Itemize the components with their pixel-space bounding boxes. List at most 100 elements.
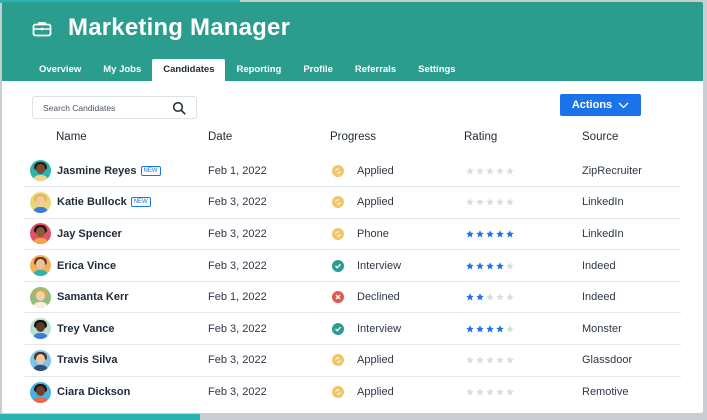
candidate-name[interactable]: Trey Vance bbox=[57, 323, 115, 335]
star-icon[interactable] bbox=[486, 198, 494, 206]
table-row[interactable]: Trey Vance Feb 3, 2022 Interview Monster bbox=[24, 312, 681, 346]
table-row[interactable]: Travis Silva Feb 3, 2022 Applied Glassdo… bbox=[24, 344, 681, 377]
star-icon[interactable] bbox=[486, 293, 494, 301]
tab-overview[interactable]: Overview bbox=[28, 59, 92, 81]
candidate-name[interactable]: Jasmine Reyes bbox=[57, 165, 137, 177]
table-row[interactable]: Ciara Dickson Feb 3, 2022 Applied Remoti… bbox=[24, 376, 681, 408]
star-icon[interactable] bbox=[496, 261, 504, 270]
star-icon[interactable] bbox=[496, 325, 504, 333]
star-icon[interactable] bbox=[466, 293, 474, 301]
rating-stars[interactable] bbox=[464, 261, 582, 270]
star-icon[interactable] bbox=[496, 293, 504, 301]
table-row[interactable]: Katie Bullock NEW Feb 3, 2022 Applied Li… bbox=[24, 186, 681, 219]
tab-profile[interactable]: Profile bbox=[292, 59, 344, 81]
rating-stars[interactable] bbox=[464, 325, 582, 333]
cell-date: Feb 3, 2022 bbox=[208, 312, 330, 346]
star-icon[interactable] bbox=[496, 230, 504, 238]
star-icon[interactable] bbox=[496, 198, 504, 206]
tab-settings[interactable]: Settings bbox=[407, 59, 466, 81]
status-applied-icon bbox=[332, 164, 344, 177]
star-icon[interactable] bbox=[476, 325, 484, 333]
star-icon[interactable] bbox=[496, 166, 504, 175]
cell-date: Feb 3, 2022 bbox=[208, 186, 330, 219]
star-icon[interactable] bbox=[466, 325, 474, 333]
rating-stars[interactable] bbox=[464, 356, 582, 364]
star-icon[interactable] bbox=[466, 166, 474, 175]
cell-progress: Applied bbox=[330, 376, 464, 408]
star-icon[interactable] bbox=[486, 230, 494, 238]
star-icon[interactable] bbox=[506, 293, 514, 301]
actions-button[interactable]: Actions bbox=[560, 94, 641, 116]
search-icon[interactable] bbox=[172, 101, 186, 115]
candidate-name[interactable]: Erica Vince bbox=[57, 260, 116, 272]
cell-date: Feb 3, 2022 bbox=[208, 249, 330, 282]
star-icon[interactable] bbox=[476, 230, 484, 238]
star-icon[interactable] bbox=[496, 388, 504, 396]
search-input[interactable] bbox=[33, 97, 168, 118]
rating-stars[interactable] bbox=[464, 388, 582, 396]
star-icon[interactable] bbox=[476, 293, 484, 301]
candidate-name[interactable]: Ciara Dickson bbox=[57, 386, 130, 398]
star-icon[interactable] bbox=[506, 325, 514, 333]
status-applied-icon bbox=[332, 227, 344, 240]
star-icon[interactable] bbox=[506, 388, 514, 396]
table-row[interactable]: Samanta Kerr Feb 1, 2022 Declined Indeed bbox=[24, 281, 681, 314]
star-icon[interactable] bbox=[476, 261, 484, 270]
progress-label: Declined bbox=[357, 291, 400, 304]
star-icon[interactable] bbox=[476, 198, 484, 206]
table-row[interactable]: Jasmine Reyes NEW Feb 1, 2022 Applied Zi… bbox=[24, 155, 681, 188]
star-icon[interactable] bbox=[486, 388, 494, 396]
star-icon[interactable] bbox=[476, 166, 484, 175]
tab-candidates[interactable]: Candidates bbox=[152, 59, 226, 81]
tab-bar: Overview My Jobs Candidates Reporting Profil… bbox=[28, 59, 467, 81]
cell-rating bbox=[464, 312, 582, 346]
star-icon[interactable] bbox=[466, 356, 474, 364]
avatar bbox=[30, 318, 51, 340]
cell-progress: Interview bbox=[330, 312, 464, 346]
star-icon[interactable] bbox=[506, 356, 514, 364]
column-header-source[interactable]: Source bbox=[582, 123, 681, 155]
column-header-date[interactable]: Date bbox=[208, 123, 330, 155]
table-row[interactable]: Jay Spencer Feb 3, 2022 Phone LinkedIn bbox=[24, 218, 681, 251]
tab-referrals[interactable]: Referrals bbox=[344, 59, 407, 81]
progress-label: Applied bbox=[357, 164, 394, 177]
star-icon[interactable] bbox=[486, 261, 494, 270]
candidate-name[interactable]: Katie Bullock bbox=[57, 196, 127, 208]
tab-reporting[interactable]: Reporting bbox=[225, 59, 292, 81]
star-icon[interactable] bbox=[466, 261, 474, 270]
star-icon[interactable] bbox=[486, 166, 494, 175]
star-icon[interactable] bbox=[466, 230, 474, 238]
progress-label: Applied bbox=[357, 196, 394, 209]
rating-stars[interactable] bbox=[464, 230, 582, 238]
star-icon[interactable] bbox=[486, 356, 494, 364]
star-icon[interactable] bbox=[466, 388, 474, 396]
column-header-progress[interactable]: Progress bbox=[330, 123, 464, 155]
star-icon[interactable] bbox=[506, 230, 514, 238]
candidate-name[interactable]: Travis Silva bbox=[57, 354, 118, 366]
table-header-row: Name Date Progress Rating Source bbox=[24, 123, 681, 155]
column-header-name-label: Name bbox=[56, 131, 87, 143]
candidate-name[interactable]: Samanta Kerr bbox=[57, 291, 129, 303]
star-icon[interactable] bbox=[506, 198, 514, 206]
star-icon[interactable] bbox=[506, 261, 514, 270]
avatar bbox=[30, 160, 51, 182]
star-icon[interactable] bbox=[476, 356, 484, 364]
new-badge: NEW bbox=[140, 165, 161, 176]
candidate-name[interactable]: Jay Spencer bbox=[57, 228, 122, 240]
star-icon[interactable] bbox=[466, 198, 474, 206]
table-row[interactable]: Erica Vince Feb 3, 2022 Interview Indeed bbox=[24, 249, 681, 282]
cell-progress: Phone bbox=[330, 218, 464, 251]
star-icon[interactable] bbox=[496, 356, 504, 364]
rating-stars[interactable] bbox=[464, 198, 582, 206]
briefcase-icon bbox=[32, 22, 52, 37]
rating-stars[interactable] bbox=[464, 293, 582, 301]
cell-name: Jasmine Reyes NEW bbox=[24, 155, 208, 188]
column-header-name[interactable]: Name bbox=[24, 123, 208, 155]
tab-my-jobs[interactable]: My Jobs bbox=[92, 59, 152, 81]
cell-rating bbox=[464, 281, 582, 314]
rating-stars[interactable] bbox=[464, 166, 582, 175]
star-icon[interactable] bbox=[486, 325, 494, 333]
star-icon[interactable] bbox=[476, 388, 484, 396]
star-icon[interactable] bbox=[506, 166, 514, 175]
column-header-rating[interactable]: Rating bbox=[464, 123, 582, 155]
